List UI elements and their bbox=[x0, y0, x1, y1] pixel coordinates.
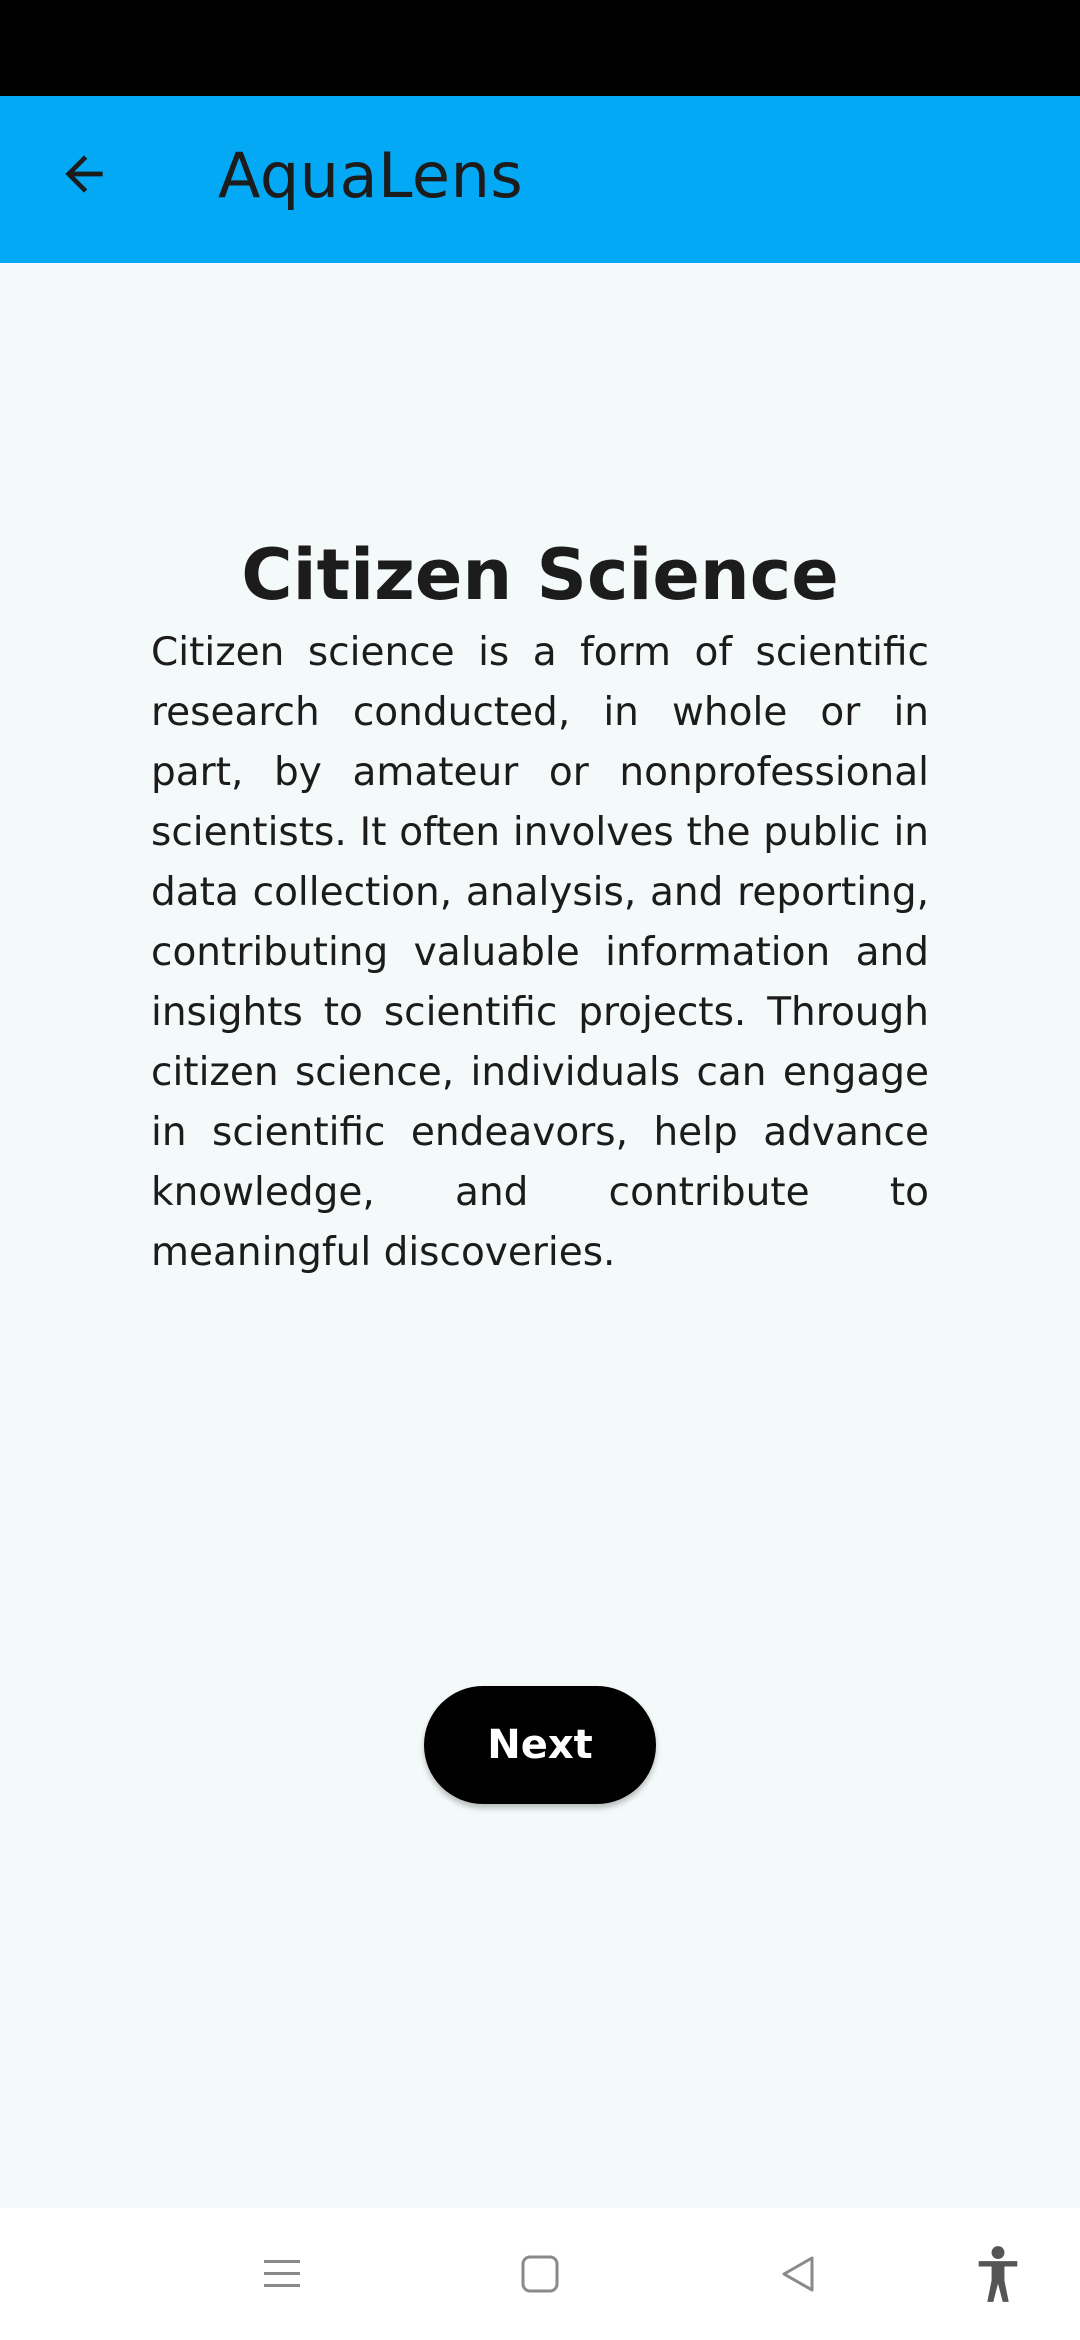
page-title: Citizen Science bbox=[241, 534, 839, 616]
back-button[interactable] bbox=[42, 132, 126, 216]
accessibility-button[interactable] bbox=[962, 2238, 1034, 2310]
recents-button[interactable] bbox=[246, 2238, 318, 2310]
home-square-icon bbox=[521, 2255, 559, 2293]
system-nav-bar bbox=[0, 2208, 1080, 2340]
app-bar: AquaLens bbox=[0, 96, 1080, 263]
description-text: Citizen science is a form of scientific … bbox=[151, 630, 929, 1275]
accessibility-icon bbox=[978, 2246, 1018, 2302]
home-button[interactable] bbox=[504, 2238, 576, 2310]
status-bar bbox=[0, 0, 1080, 96]
back-triangle-icon bbox=[782, 2256, 814, 2292]
next-button[interactable]: Next bbox=[424, 1686, 656, 1804]
app-title: AquaLens bbox=[218, 139, 524, 212]
back-nav-button[interactable] bbox=[762, 2238, 834, 2310]
menu-icon bbox=[264, 2260, 300, 2287]
arrow-left-icon bbox=[65, 155, 103, 193]
